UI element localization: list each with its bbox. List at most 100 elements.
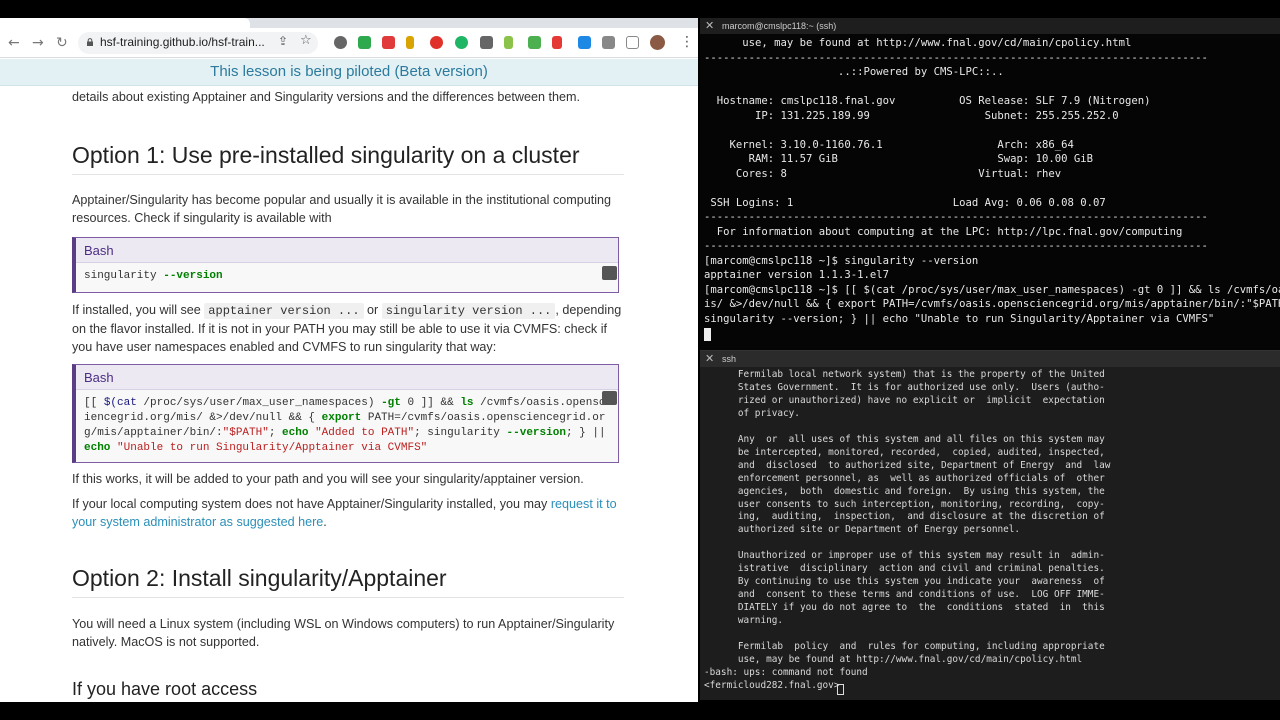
extension-icon[interactable] bbox=[528, 36, 541, 49]
code-text: [[ $(cat /proc/sys/user/max_user_namespa… bbox=[84, 397, 613, 454]
puzzle-icon[interactable] bbox=[602, 36, 615, 49]
url-text: hsf-training.github.io/hsf-train... bbox=[100, 35, 265, 49]
local-paragraph: If your local computing system does not … bbox=[72, 497, 617, 529]
intro-paragraph: details about existing Apptainer and Sin… bbox=[72, 90, 581, 104]
copy-icon[interactable] bbox=[602, 391, 617, 405]
browser-window: ← → ↻ hsf-training.github.io/hsf-train..… bbox=[0, 18, 698, 702]
terminal-titlebar: ✕ ssh bbox=[700, 351, 1280, 367]
terminal-line: user consents to such interception, moni… bbox=[737, 498, 1105, 510]
option2-heading: Option 2: Install singularity/Apptainer bbox=[72, 567, 624, 598]
reload-icon[interactable]: ↻ bbox=[56, 34, 68, 52]
works-paragraph: If this works, it will be added to your … bbox=[72, 472, 584, 486]
terminal-line: use, may be found at http://www.fnal.gov… bbox=[737, 653, 1083, 665]
forward-icon[interactable]: → bbox=[32, 34, 44, 52]
copy-icon[interactable] bbox=[602, 266, 617, 280]
close-icon[interactable]: ✕ bbox=[705, 19, 714, 32]
terminal-line: Fermilab policy and rules for computing,… bbox=[737, 641, 1105, 653]
terminal-line: IP: 131.225.189.99 Subnet: 255.255.252.0 bbox=[755, 109, 1119, 122]
active-tab[interactable] bbox=[0, 18, 250, 28]
terminal-line: For information about computing at the L… bbox=[716, 225, 1183, 238]
terminal-line: Kernel: 3.10.0-1160.76.1 Arch: x86_64 bbox=[729, 138, 1074, 151]
option1-heading: Option 1: Use pre-installed singularity … bbox=[72, 144, 624, 175]
extension-icon[interactable] bbox=[334, 36, 347, 49]
terminal-line: ----------------------------------------… bbox=[704, 211, 1208, 223]
extension-icon[interactable] bbox=[358, 36, 371, 49]
terminal-line: Fermilab local network system) that is t… bbox=[737, 369, 1105, 380]
avatar[interactable] bbox=[650, 35, 665, 50]
extension-icon[interactable] bbox=[504, 36, 513, 49]
code-label: Bash bbox=[76, 238, 618, 263]
terminal-line: ing, auditing, inspection, and disclosur… bbox=[737, 511, 1105, 523]
extension-icon[interactable] bbox=[430, 36, 443, 49]
terminal-line: <fermicloud282.fnal.gov> bbox=[704, 679, 846, 691]
code-block-2: Bash [[ $(cat /proc/sys/user/max_user_na… bbox=[72, 364, 619, 463]
menu-icon[interactable]: ⋮ bbox=[680, 34, 694, 50]
terminal-line: States Government. It is for authorized … bbox=[737, 381, 1105, 393]
terminal-line: and consent to these terms and condition… bbox=[737, 589, 1105, 601]
terminal-fermicloud[interactable]: ✕ ssh Fermilab local network system) tha… bbox=[700, 351, 1280, 700]
close-icon[interactable]: ✕ bbox=[705, 352, 714, 365]
terminal-line: warning. bbox=[737, 615, 784, 627]
terminal-line: and disclosed to authorized site, Depart… bbox=[737, 459, 1111, 471]
option2-paragraph: You will need a Linux system (including … bbox=[72, 617, 615, 649]
beta-banner: This lesson is being piloted (Beta versi… bbox=[0, 59, 698, 86]
terminal-line: use, may be found at http://www.fnal.gov… bbox=[742, 37, 1132, 49]
terminal-line: singularity --version; } || echo "Unable… bbox=[704, 312, 1215, 325]
terminal-line: SSH Logins: 1 Load Avg: 0.06 0.08 0.07 bbox=[710, 196, 1106, 209]
lock-icon bbox=[87, 38, 93, 46]
banner-text: This lesson is being piloted (Beta versi… bbox=[210, 63, 488, 80]
inline-code: apptainer version ... bbox=[204, 303, 364, 319]
terminal-line: authorized site or Department of Energy … bbox=[737, 524, 1021, 536]
terminal-line: agencies, both domestic and foreign. By … bbox=[737, 485, 1105, 497]
terminal-line: apptainer version 1.1.3-1.el7 bbox=[704, 269, 889, 281]
terminal-line: -bash: ups: command not found bbox=[704, 666, 868, 678]
terminal-line: is/ &>/dev/null && { export PATH=/cvmfs/… bbox=[704, 298, 1280, 310]
extension-icon[interactable] bbox=[480, 36, 493, 49]
tab-strip bbox=[0, 18, 698, 28]
terminal-line: Cores: 8 Virtual: rhev bbox=[735, 167, 1062, 180]
terminal-line: be intercepted, monitored, recorded, cop… bbox=[737, 446, 1105, 458]
code-block-1: Bash singularity --version bbox=[72, 237, 619, 293]
star-icon[interactable]: ☆ bbox=[300, 33, 312, 48]
code-text: singularity --version bbox=[76, 263, 618, 290]
share-icon[interactable]: ⇪ bbox=[278, 34, 288, 48]
terminal-title: ssh bbox=[722, 354, 737, 364]
code-command: singularity --version bbox=[84, 270, 223, 282]
sidebar-icon[interactable] bbox=[626, 36, 639, 49]
browser-toolbar: ← → ↻ hsf-training.github.io/hsf-train..… bbox=[0, 28, 698, 58]
option1-paragraph: Apptainer/Singularity has become popular… bbox=[72, 193, 612, 225]
terminal-line: By continuing to use this system you ind… bbox=[737, 576, 1105, 588]
terminal-line: [marcom@cmslpc118 ~]$ [[ $(cat /proc/sys… bbox=[704, 283, 1280, 296]
terminal-output: Fermilab local network system) that is t… bbox=[704, 369, 1110, 693]
terminal-line: ..::Powered by CMS-LPC::.. bbox=[837, 66, 1004, 78]
terminal-line: rized or unauthorized) have no explicit … bbox=[737, 394, 1105, 406]
extension-icon[interactable] bbox=[578, 36, 591, 49]
terminal-titlebar: ✕ marcom@cmslpc118:~ (ssh) bbox=[700, 18, 1280, 34]
installed-paragraph: If installed, you will see apptainer ver… bbox=[72, 303, 622, 354]
terminal-cursor bbox=[837, 684, 844, 695]
extension-icon[interactable] bbox=[552, 36, 562, 49]
terminal-line: ----------------------------------------… bbox=[704, 51, 1208, 64]
terminal-line: DIATELY if you do not agree to the condi… bbox=[737, 602, 1105, 614]
terminal-output: use, may be found at http://www.fnal.gov… bbox=[704, 36, 1280, 326]
code-label: Bash bbox=[76, 365, 618, 390]
terminal-line: Hostname: cmslpc118.fnal.gov OS Release:… bbox=[716, 95, 1151, 107]
terminal-line: Unauthorized or improper use of this sys… bbox=[737, 550, 1105, 562]
address-bar[interactable]: hsf-training.github.io/hsf-train... ⇪ ☆ bbox=[78, 32, 318, 54]
root-access-heading: If you have root access bbox=[72, 679, 258, 699]
terminal-line: [marcom@cmslpc118 ~]$ singularity --vers… bbox=[704, 254, 979, 267]
terminal-title: marcom@cmslpc118:~ (ssh) bbox=[722, 21, 837, 31]
terminal-line: ----------------------------------------… bbox=[704, 240, 1208, 252]
extension-icon[interactable] bbox=[382, 36, 395, 49]
inline-code: singularity version ... bbox=[381, 303, 556, 319]
terminal-line: RAM: 11.57 GiB Swap: 10.00 GiB bbox=[748, 153, 1094, 165]
extension-icon[interactable] bbox=[406, 36, 414, 49]
terminal-line: Any or all uses of this system and all f… bbox=[737, 433, 1105, 445]
extension-icon[interactable] bbox=[455, 36, 468, 49]
terminal-cursor bbox=[704, 328, 711, 341]
terminal-line: enforcement personnel, as well as author… bbox=[737, 472, 1105, 484]
back-icon[interactable]: ← bbox=[8, 34, 20, 52]
terminal-line: istrative disciplinary action and civil … bbox=[737, 563, 1105, 575]
terminal-line: of privacy. bbox=[737, 407, 800, 419]
terminal-cmslpc[interactable]: ✕ marcom@cmslpc118:~ (ssh) use, may be f… bbox=[700, 18, 1280, 351]
